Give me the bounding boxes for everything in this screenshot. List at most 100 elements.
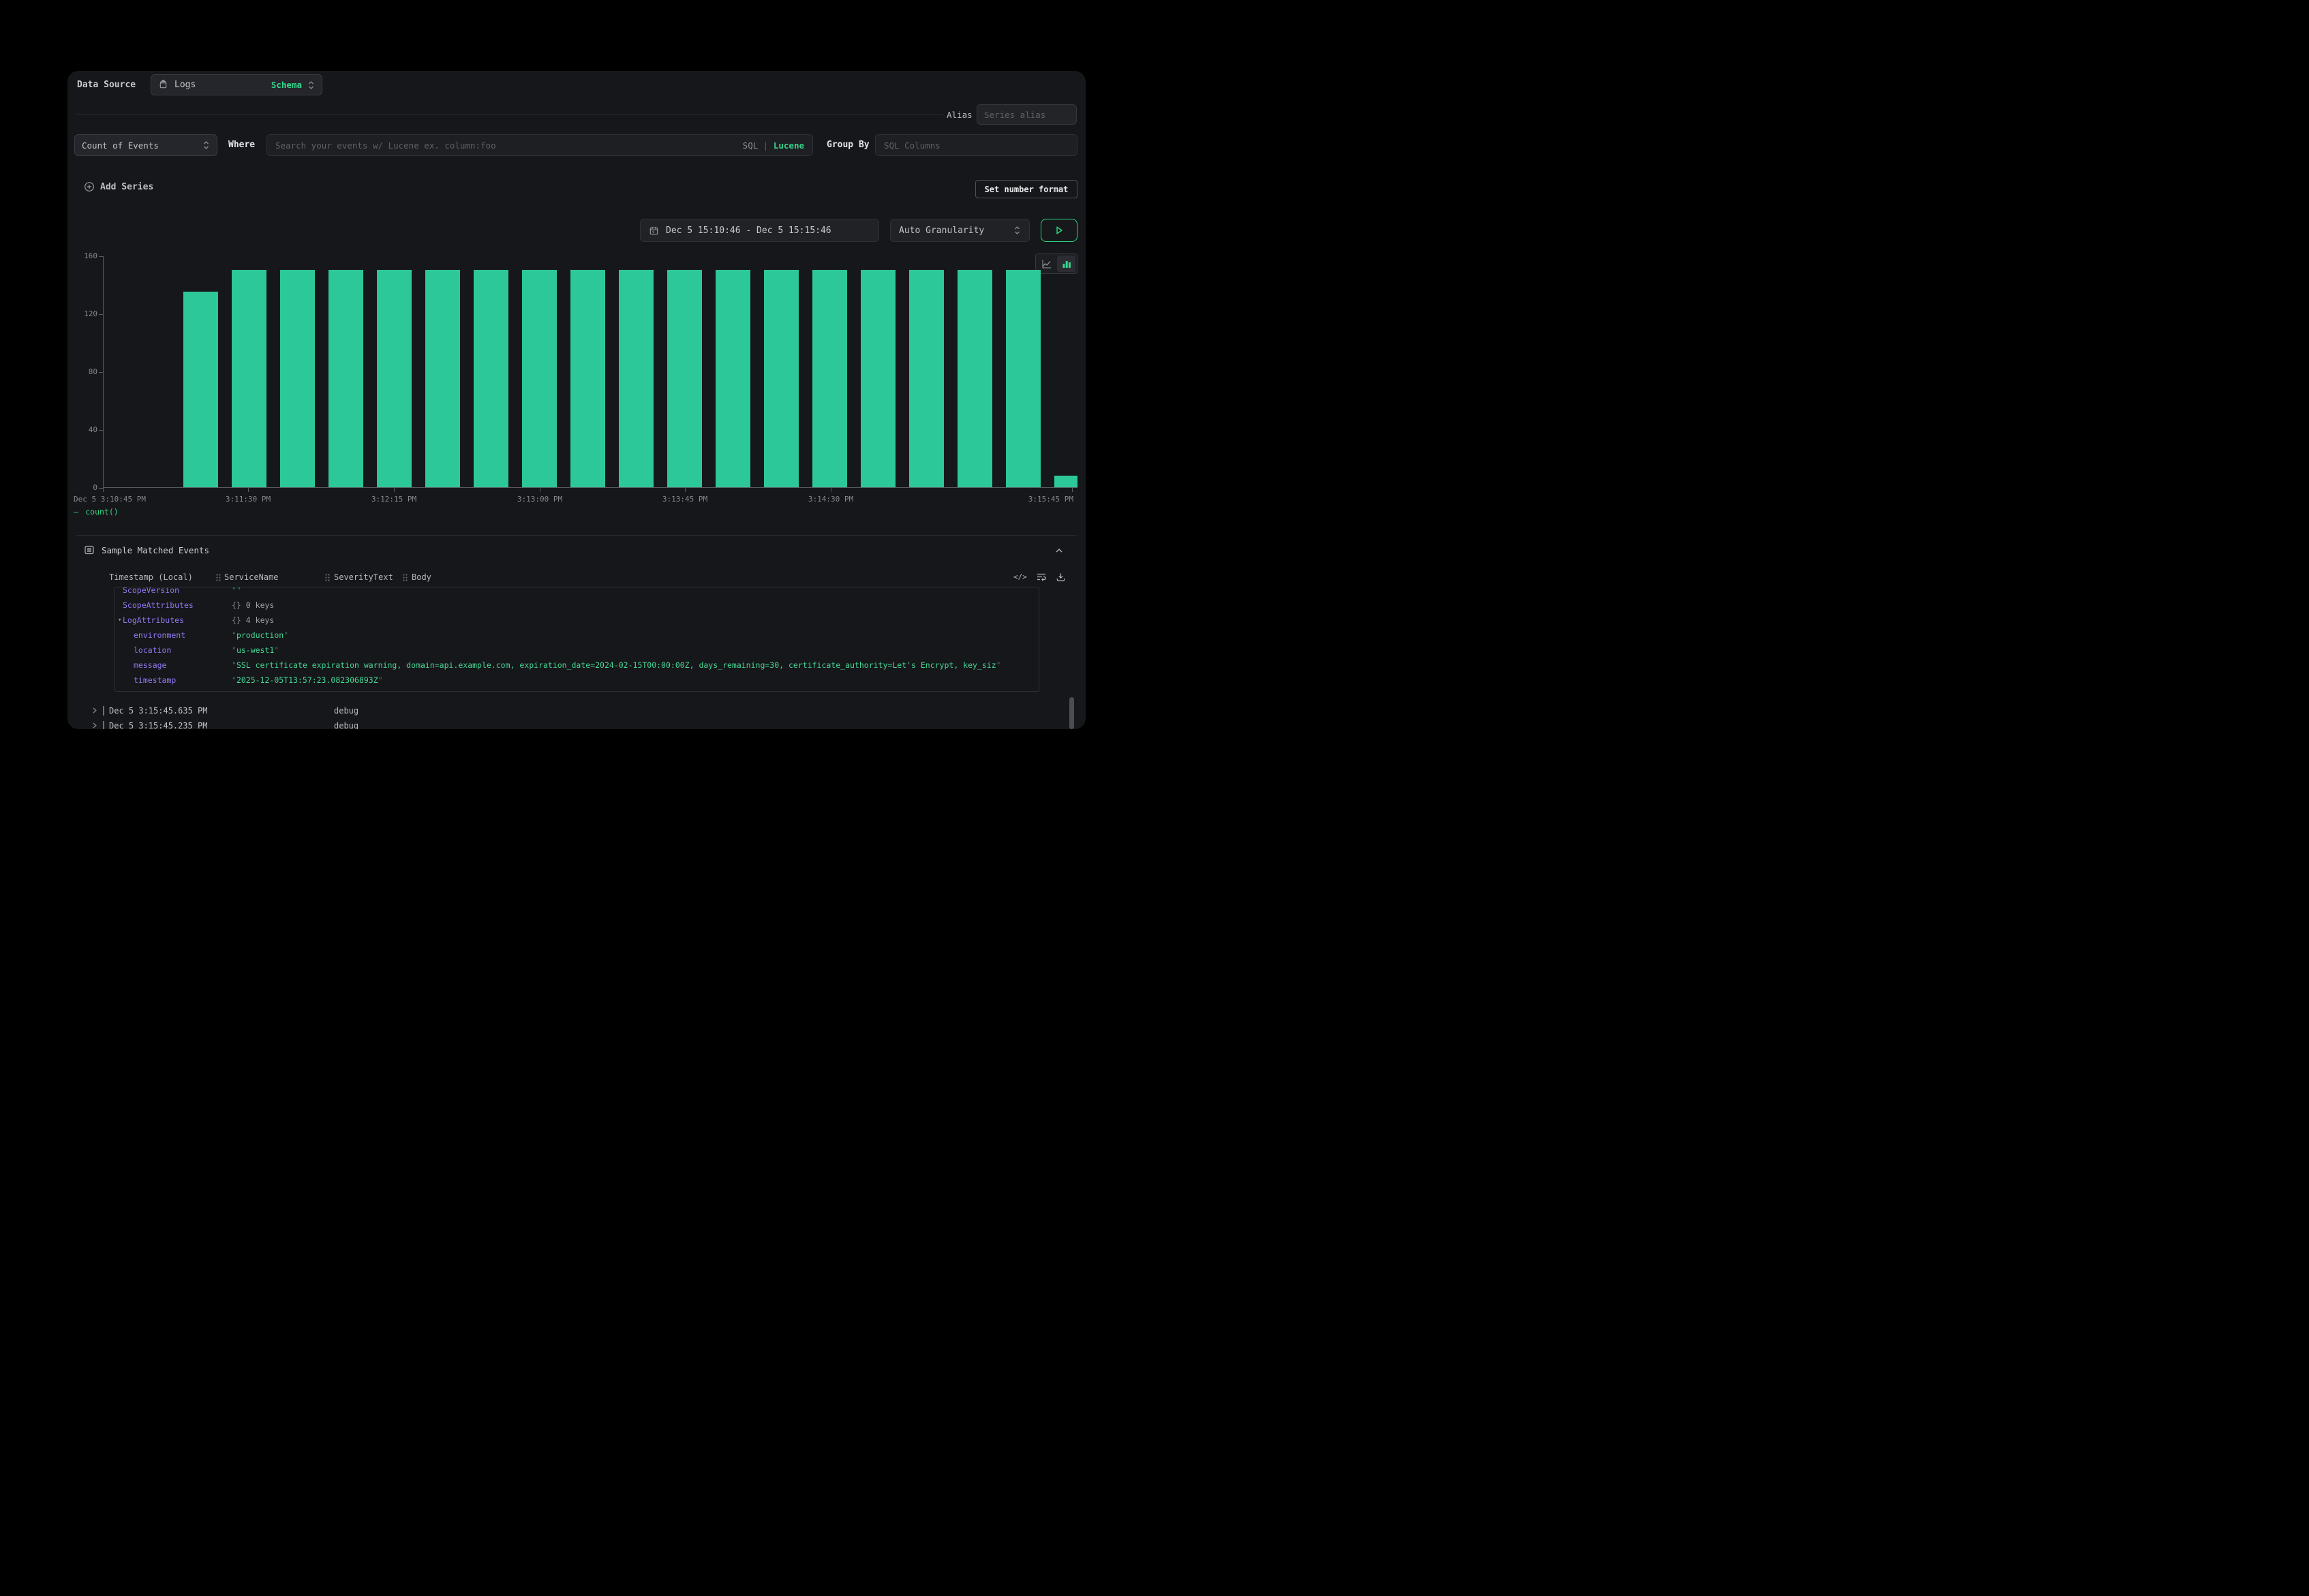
y-axis-tick (99, 314, 103, 315)
y-axis-tick (99, 256, 103, 257)
y-axis-tick (99, 488, 103, 489)
y-axis-tick (99, 372, 103, 373)
column-header[interactable]: Body (412, 572, 431, 582)
attribute-row[interactable]: location "us-west1" (114, 643, 1039, 658)
sql-toggle-option[interactable]: SQL (743, 140, 759, 151)
y-axis-tick-label: 40 (67, 425, 97, 434)
attribute-key: location (114, 645, 171, 655)
chart-bar[interactable] (280, 270, 315, 487)
calendar-icon (649, 226, 659, 236)
chart-bar[interactable] (570, 270, 605, 487)
column-header[interactable]: Timestamp (Local) (109, 572, 193, 582)
chart-bar[interactable] (861, 270, 896, 487)
column-header[interactable]: ServiceName (224, 572, 278, 582)
expanded-row-attributes[interactable]: ScopeVersion""ScopeAttributes{} 0 keys▾L… (114, 587, 1039, 692)
chart-bar[interactable] (667, 270, 702, 487)
collapse-chevron-icon[interactable] (1054, 547, 1064, 555)
chart-bar[interactable] (764, 270, 799, 487)
chart-bar[interactable] (377, 270, 412, 487)
chart-bar[interactable] (1054, 476, 1077, 487)
event-timestamp: Dec 5 3:15:45.635 PM (109, 703, 208, 718)
attribute-key: ScopeVersion (114, 587, 179, 595)
attribute-row[interactable]: message "SSL certificate expiration warni… (114, 658, 1039, 673)
chart-bar[interactable] (232, 270, 266, 487)
vertical-scrollbar-thumb[interactable] (1069, 697, 1074, 729)
chart-bar[interactable] (619, 270, 654, 487)
data-source-label: Data Source (77, 80, 136, 90)
attribute-row[interactable]: environment "production" (114, 628, 1039, 643)
chart-bar[interactable] (958, 270, 992, 487)
code-view-icon[interactable]: </> (1013, 572, 1027, 581)
add-series-label: Add Series (100, 182, 153, 192)
x-axis-tick (685, 488, 686, 492)
chart-bar[interactable] (716, 270, 750, 487)
event-row[interactable]: Dec 5 3:15:45.235 PMdebug (67, 718, 1086, 729)
chart-legend[interactable]: — count() (74, 507, 119, 517)
chevron-up-down-icon (202, 140, 210, 150)
data-source-select[interactable]: Logs Schema (151, 74, 322, 95)
chart-bar[interactable] (425, 270, 460, 487)
chart-bar[interactable] (1006, 270, 1041, 487)
attribute-key: timestamp (114, 675, 176, 685)
add-series-button[interactable]: Add Series (84, 181, 153, 192)
chart-bar[interactable] (522, 270, 557, 487)
legend-series-label: count() (85, 507, 118, 517)
chart-bar[interactable] (183, 292, 218, 487)
event-timestamp: Dec 5 3:15:45.235 PM (109, 718, 208, 729)
alias-input[interactable]: Series alias (977, 104, 1077, 125)
attribute-value: "production" (232, 628, 1033, 643)
chart-plot-area[interactable] (103, 256, 1077, 488)
aggregate-select[interactable]: Count of Events (74, 134, 217, 156)
where-label: Where (228, 140, 255, 150)
attribute-row[interactable]: ScopeAttributes{} 0 keys (114, 598, 1039, 613)
y-axis-tick-label: 0 (67, 483, 97, 492)
chart-bar[interactable] (328, 270, 363, 487)
x-axis-tick (1072, 488, 1073, 492)
granularity-select[interactable]: Auto Granularity (890, 219, 1030, 242)
chart-bar[interactable] (474, 270, 508, 487)
chart-bar[interactable] (812, 270, 847, 487)
attribute-row[interactable]: timestamp "2025-12-05T13:57:23.082306893Z… (114, 673, 1039, 688)
braces-icon: {} (232, 600, 241, 610)
column-drag-handle-icon[interactable] (324, 573, 331, 582)
schema-link[interactable]: Schema (271, 80, 302, 90)
attribute-key: ScopeAttributes (114, 600, 194, 610)
braces-icon: {} (232, 615, 241, 625)
query-language-toggle[interactable]: SQL | Lucene (743, 140, 804, 151)
section-divider (76, 535, 1077, 536)
attribute-key: message (114, 660, 166, 670)
search-input[interactable]: Search your events w/ Lucene ex. column:… (266, 134, 813, 156)
x-axis-tick (394, 488, 395, 492)
group-by-label: Group By (827, 140, 870, 150)
run-query-button[interactable] (1041, 219, 1077, 242)
attribute-key: environment (114, 630, 185, 640)
chart-bar[interactable] (909, 270, 944, 487)
triangle-down-icon[interactable]: ▾ (118, 613, 121, 628)
attribute-row[interactable]: ▾LogAttributes{} 4 keys (114, 613, 1039, 628)
chart-explorer-panel: Data Source Logs Schema Alias Series ali… (67, 71, 1086, 729)
chevron-up-down-icon (307, 80, 315, 90)
attribute-value: "2025-12-05T13:57:23.082306893Z" (232, 673, 1033, 688)
set-number-format-button[interactable]: Set number format (975, 180, 1077, 198)
play-icon (1054, 225, 1065, 236)
group-by-input[interactable]: SQL Columns (875, 134, 1077, 156)
events-toolbar: </> (1013, 572, 1066, 582)
attribute-row[interactable]: ScopeVersion"" (114, 587, 1039, 598)
wrap-text-icon[interactable] (1036, 572, 1047, 582)
lucene-toggle-option[interactable]: Lucene (774, 140, 804, 151)
column-drag-handle-icon[interactable] (402, 573, 408, 582)
time-range-picker[interactable]: Dec 5 15:10:46 - Dec 5 15:15:46 (640, 219, 879, 242)
column-header[interactable]: SeverityText (334, 572, 393, 582)
attribute-value: "us-west1" (232, 643, 1033, 658)
attribute-value: "SSL certificate expiration warning, dom… (232, 658, 1033, 673)
y-axis-tick-label: 160 (67, 251, 97, 260)
y-axis-tick (99, 430, 103, 431)
column-drag-handle-icon[interactable] (215, 573, 221, 582)
chevron-right-icon[interactable] (91, 722, 98, 729)
chevron-right-icon[interactable] (91, 707, 98, 714)
download-icon[interactable] (1056, 572, 1066, 582)
x-axis-tick (248, 488, 249, 492)
app-background: Data Source Logs Schema Alias Series ali… (0, 0, 1154, 798)
list-icon (84, 544, 95, 555)
event-row[interactable]: Dec 5 3:15:45.635 PMdebug (67, 703, 1086, 718)
